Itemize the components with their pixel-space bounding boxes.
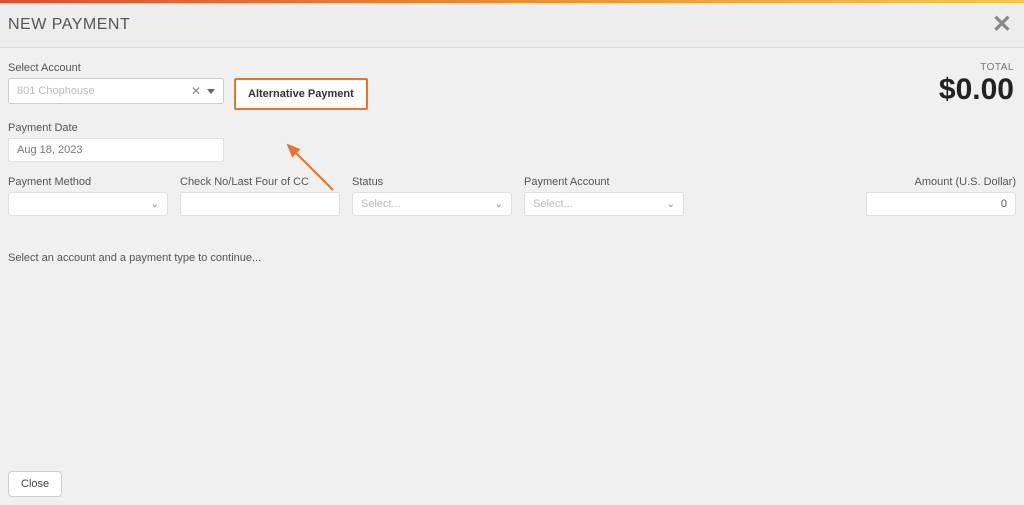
payment-account-select[interactable]: Select... ⌄	[524, 192, 684, 216]
payment-account-placeholder: Select...	[533, 198, 573, 210]
select-account-value: 801 Chophouse	[17, 85, 191, 97]
payment-date-group: Payment Date Aug 18, 2023	[8, 122, 1016, 162]
status-group: Status Select... ⌄	[352, 176, 512, 216]
fields-row: Payment Method ⌄ Check No/Last Four of C…	[8, 176, 1016, 216]
chevron-down-icon: ⌄	[151, 199, 159, 210]
payment-method-label: Payment Method	[8, 176, 168, 188]
payment-account-group: Payment Account Select... ⌄	[524, 176, 684, 216]
status-select[interactable]: Select... ⌄	[352, 192, 512, 216]
select-account-group: Select Account 801 Chophouse ✕	[8, 62, 224, 104]
amount-group: Amount (U.S. Dollar) 0	[866, 176, 1016, 216]
close-icon[interactable]: ✕	[992, 13, 1012, 37]
status-label: Status	[352, 176, 512, 188]
amount-label: Amount (U.S. Dollar)	[866, 176, 1016, 188]
amount-value: 0	[1001, 198, 1007, 210]
check-no-label: Check No/Last Four of CC	[180, 176, 340, 188]
alternative-payment-button[interactable]: Alternative Payment	[234, 78, 368, 110]
spacer	[696, 176, 854, 216]
chevron-down-icon: ⌄	[495, 199, 503, 210]
payment-date-label: Payment Date	[8, 122, 1016, 134]
payment-date-value: Aug 18, 2023	[17, 144, 82, 156]
check-no-input[interactable]	[180, 192, 340, 216]
top-row: Select Account 801 Chophouse ✕ Alternati…	[8, 62, 1016, 110]
amount-input[interactable]: 0	[866, 192, 1016, 216]
modal-header: NEW PAYMENT ✕	[0, 3, 1024, 48]
continue-message: Select an account and a payment type to …	[8, 252, 1016, 264]
total-amount: $0.00	[939, 73, 1014, 107]
chevron-down-icon: ⌄	[667, 199, 675, 210]
page-title: NEW PAYMENT	[8, 16, 130, 34]
payment-method-group: Payment Method ⌄	[8, 176, 168, 216]
close-button[interactable]: Close	[8, 471, 62, 497]
payment-method-select[interactable]: ⌄	[8, 192, 168, 216]
select-account-label: Select Account	[8, 62, 224, 74]
chevron-down-icon[interactable]	[207, 89, 215, 94]
check-no-group: Check No/Last Four of CC	[180, 176, 340, 216]
total-section: TOTAL $0.00	[939, 62, 1014, 107]
total-label: TOTAL	[939, 62, 1014, 73]
payment-account-label: Payment Account	[524, 176, 684, 188]
select-account-input[interactable]: 801 Chophouse ✕	[8, 78, 224, 104]
content-area: Select Account 801 Chophouse ✕ Alternati…	[0, 48, 1024, 278]
modal-footer: Close	[0, 463, 1024, 505]
payment-date-input[interactable]: Aug 18, 2023	[8, 138, 224, 162]
status-placeholder: Select...	[361, 198, 401, 210]
clear-icon[interactable]: ✕	[191, 84, 201, 98]
